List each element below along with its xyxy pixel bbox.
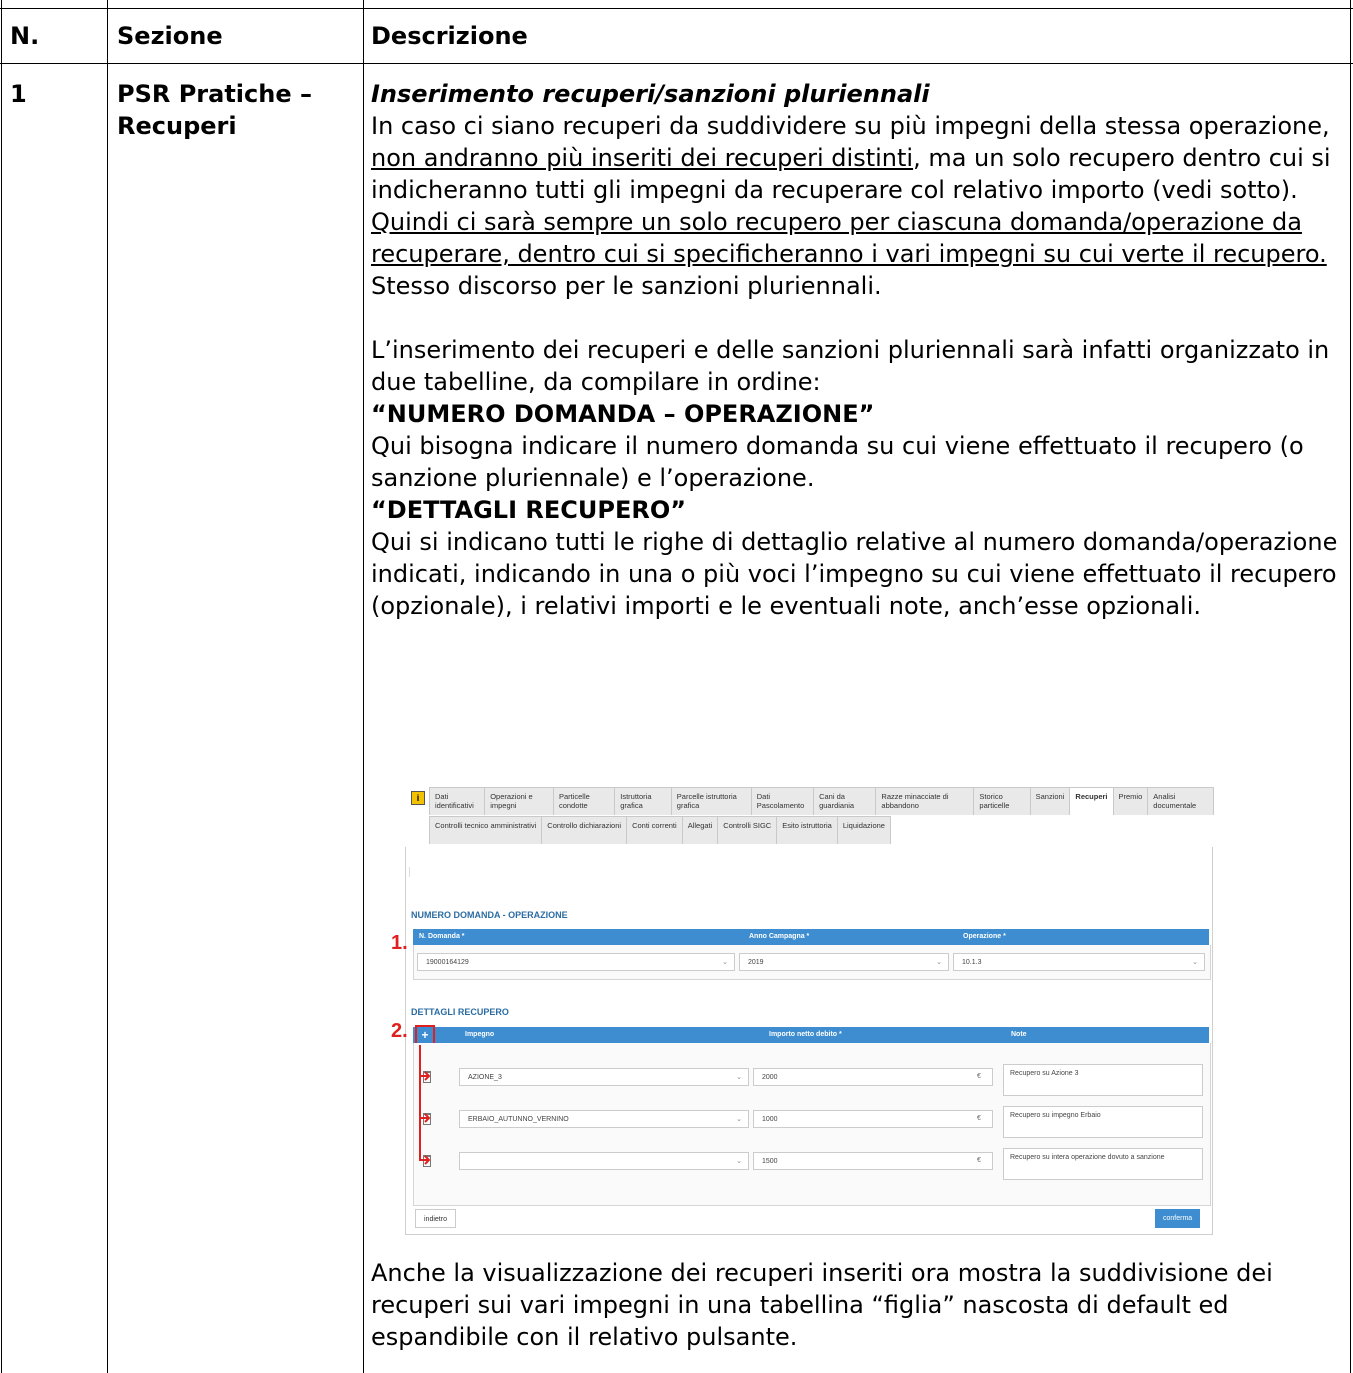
description-paragraph-4: L’inserimento dei recuperi e delle sanzi… [371,336,1330,396]
tab-liquidazione[interactable]: Liquidazione [836,816,891,844]
grid-head-domanda: N. Domanda * Anno Campagna * Operazione … [413,929,1209,945]
domanda-value: 19000164129 [426,959,469,966]
row-sezione-line2: Recuperi [117,112,237,140]
tab-allegati[interactable]: Allegati [681,816,719,844]
document-table: N. Sezione Descrizione 1 PSR Pratiche – … [0,0,1353,1373]
embedded-screenshot: i Dati identificativi Operazioni e impegn… [391,787,1214,1237]
note-textarea[interactable]: Recupero su Azione 3 [1003,1064,1203,1096]
col-operazione: Operazione * [963,933,1006,940]
tab-controlli-tecnico-amministrativi[interactable]: Controlli tecnico amministrativi [429,816,543,844]
tabs-row-1: Dati identificativi Operazioni e impegni P… [429,787,1214,815]
importo-value: 1500 [762,1158,778,1165]
domanda-select[interactable]: 19000164129 ⌄ [417,953,735,971]
marker-1: 1. [391,932,408,954]
header-divider [0,63,1353,64]
chevron-down-icon: ⌄ [936,959,942,966]
impegno-select[interactable]: ERBAIO_AUTUNNO_VERNINO ⌄ [459,1110,749,1128]
currency-label: € [977,1157,981,1164]
chevron-down-icon: ⌄ [736,1158,742,1165]
tab-dati-identificativi[interactable]: Dati identificativi [429,787,486,815]
col-anno: Anno Campagna * [749,933,810,940]
description-title: Inserimento recuperi/sanzioni pluriennal… [371,80,930,108]
tab-esito-istruttoria[interactable]: Esito istruttoria [776,816,838,844]
heading-numero-domanda: “NUMERO DOMANDA – OPERAZIONE” [371,400,875,428]
description-paragraph-5: Qui bisogna indicare il numero domanda s… [371,432,1304,492]
operazione-value: 10.1.3 [962,959,982,966]
currency-label: € [977,1073,981,1080]
header-sezione: Sezione [117,22,223,50]
operazione-select[interactable]: 10.1.3 ⌄ [953,953,1205,971]
tab-recuperi[interactable]: Recuperi [1069,787,1114,815]
tab-parcelle-istruttoria-grafica[interactable]: Parcelle istruttoria grafica [670,787,752,815]
anno-value: 2019 [748,959,764,966]
grid-head-dettagli: Impegno Importo netto debito * Note [413,1027,1209,1043]
red-connector-arrows [419,1045,431,1165]
importo-value: 1000 [762,1116,778,1123]
info-icon[interactable]: i [411,791,425,805]
tab-storico-particelle[interactable]: Storico particelle [973,787,1031,815]
impegno-value: AZIONE_3 [468,1074,502,1081]
confirm-button[interactable]: conferma [1155,1209,1201,1228]
section-numero-domanda-title: NUMERO DOMANDA - OPERAZIONE [411,910,568,920]
importo-input[interactable]: 1500 [753,1152,993,1170]
p1-text-underlined: non andranno più inseriti dei recuperi d… [371,144,914,172]
section-dettagli-title: DETTAGLI RECUPERO [411,1007,509,1017]
col-domanda: N. Domanda * [419,933,465,940]
impegno-value: ERBAIO_AUTUNNO_VERNINO [468,1116,569,1123]
description-paragraph-7: Anche la visualizzazione dei recuperi in… [371,1259,1273,1351]
tab-istruttoria-grafica[interactable]: Istruttoria grafica [614,787,672,815]
col-note: Note [1011,1031,1027,1038]
currency-label: € [977,1115,981,1122]
importo-input[interactable]: 1000 [753,1110,993,1128]
header-descrizione: Descrizione [371,22,528,50]
tab-analisi-documentale[interactable]: Analisi documentale [1147,787,1214,815]
header-n: N. [10,22,40,50]
tab-conti-correnti[interactable]: Conti correnti [626,816,683,844]
note-textarea[interactable]: Recupero su intera operazione dovuto a s… [1003,1148,1203,1180]
tab-dati-pascolamento[interactable]: Dati Pascolamento [750,787,815,815]
tab-sanzioni[interactable]: Sanzioni [1029,787,1071,815]
tabs-row-2: Controlli tecnico amministrativi Controll… [429,816,891,844]
impegno-select[interactable]: ⌄ [459,1152,749,1170]
row-sezione: PSR Pratiche – Recuperi [117,78,312,142]
impegno-select[interactable]: AZIONE_3 ⌄ [459,1068,749,1086]
tab-operazioni-e-impegni[interactable]: Operazioni e impegni [484,787,554,815]
note-textarea[interactable]: Recupero su impegno Erbaio [1003,1106,1203,1138]
col-importo: Importo netto debito * [769,1031,842,1038]
column-divider-1 [107,0,108,1373]
description-paragraph-1: In caso ci siano recuperi da suddividere… [371,110,1343,206]
tab-controllo-dichiarazioni[interactable]: Controllo dichiarazioni [541,816,628,844]
text-cursor [409,867,410,877]
anno-select[interactable]: 2019 ⌄ [739,953,949,971]
column-divider-2 [363,0,364,1373]
importo-value: 2000 [762,1074,778,1081]
col-impegno: Impegno [465,1031,495,1038]
tab-cani-da-guardiania[interactable]: Cani da guardiania [813,787,877,815]
heading-dettagli-recupero: “DETTAGLI RECUPERO” [371,496,686,524]
table-border-top [0,8,1353,9]
tab-razze-minacciate-di-abbandono[interactable]: Razze minacciate di abbandono [875,787,975,815]
tab-particelle-condotte[interactable]: Particelle condotte [552,787,616,815]
chevron-down-icon: ⌄ [722,959,728,966]
chevron-down-icon: ⌄ [736,1074,742,1081]
row-sezione-line1: PSR Pratiche – [117,80,312,108]
description-paragraph-3: Stesso discorso per le sanzioni plurienn… [371,272,882,300]
chevron-down-icon: ⌄ [736,1116,742,1123]
chevron-down-icon: ⌄ [1192,959,1198,966]
description-cell: Inserimento recuperi/sanzioni pluriennal… [371,78,1343,622]
description-paragraph-2: Quindi ci sarà sempre un solo recupero p… [371,208,1327,268]
p1-text-a: In caso ci siano recuperi da suddividere… [371,112,1330,140]
back-button[interactable]: indietro [415,1209,456,1228]
table-border-left [1,0,2,1373]
row-number: 1 [10,80,27,108]
table-border-right [1350,0,1351,1373]
tab-premio[interactable]: Premio [1112,787,1149,815]
description-paragraph-6: Qui si indicano tutti le righe di dettag… [371,528,1338,620]
importo-input[interactable]: 2000 [753,1068,993,1086]
tab-controlli-sigc[interactable]: Controlli SIGC [717,816,778,844]
